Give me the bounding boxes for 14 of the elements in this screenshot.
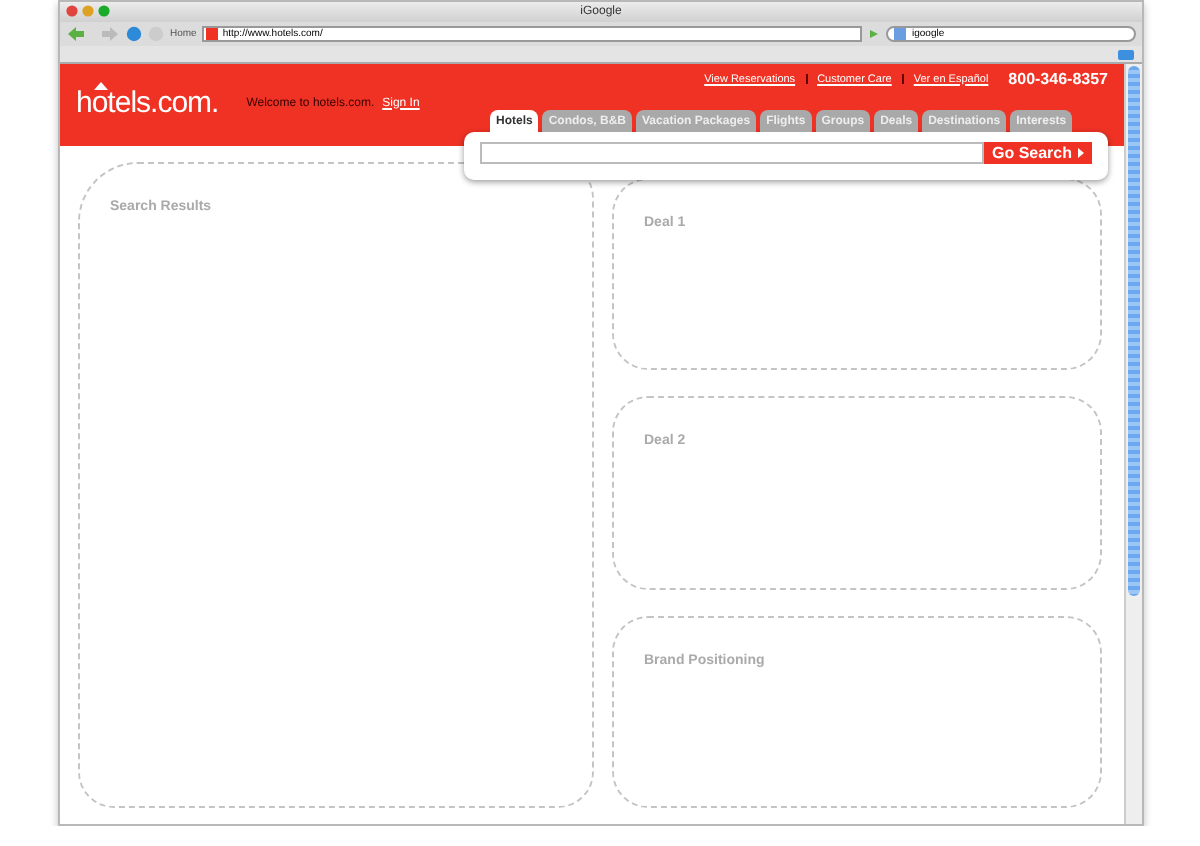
window-controls-icon[interactable] bbox=[66, 4, 114, 18]
phone-number: 800-346-8357 bbox=[1008, 70, 1108, 88]
caret-icon bbox=[1078, 148, 1084, 158]
bookmark-icon[interactable] bbox=[1118, 49, 1134, 59]
site-logo[interactable]: hotels.com. bbox=[76, 86, 219, 120]
site-icon bbox=[206, 28, 219, 40]
forward-icon[interactable] bbox=[96, 26, 120, 42]
roof-icon bbox=[94, 82, 108, 90]
back-icon[interactable] bbox=[66, 26, 90, 42]
scrollbar[interactable] bbox=[1124, 64, 1142, 824]
search-engine-icon bbox=[894, 28, 906, 40]
go-search-button[interactable]: Go Search bbox=[983, 142, 1092, 164]
search-input[interactable] bbox=[480, 142, 984, 164]
go-icon[interactable] bbox=[868, 28, 880, 40]
